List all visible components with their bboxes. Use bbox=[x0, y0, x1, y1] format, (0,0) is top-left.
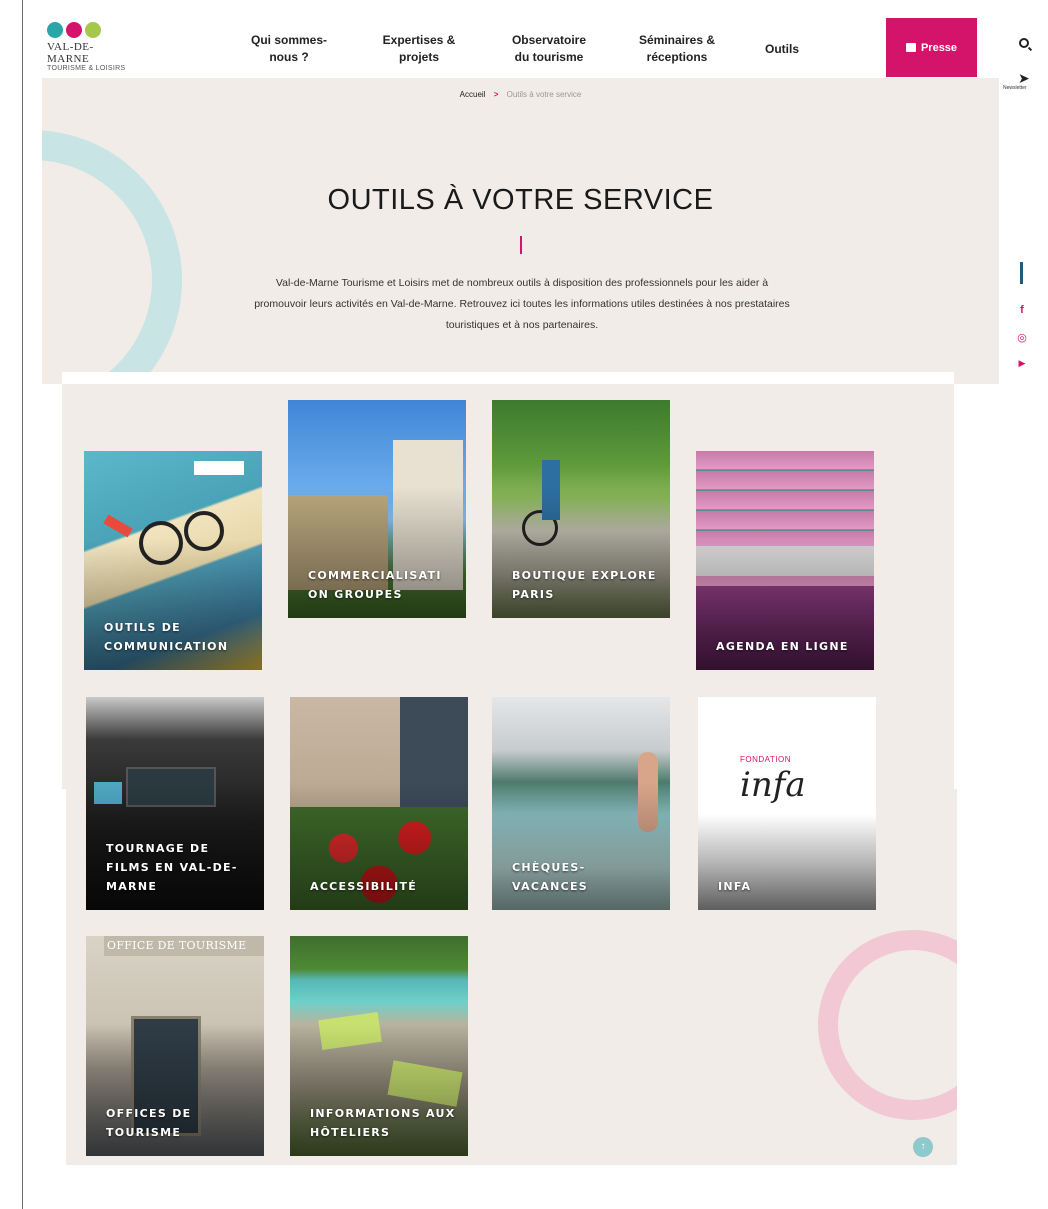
nav-item-expertises[interactable]: Expertises & projets bbox=[376, 32, 462, 66]
page-title: OUTILS À VOTRE SERVICE bbox=[327, 184, 714, 216]
scroll-to-top-button[interactable]: ↑ bbox=[913, 1137, 933, 1157]
tile-commercialisation-groupes[interactable]: Commercialisati on groupes bbox=[288, 400, 466, 618]
nav-label-line1: Qui sommes- bbox=[250, 33, 328, 47]
instagram-icon[interactable]: ◎ bbox=[1012, 331, 1032, 344]
page-margin-right bbox=[957, 880, 1048, 1170]
youtube-icon[interactable]: ▶ bbox=[1012, 358, 1032, 369]
tile-accessibilite[interactable]: Accessibilité bbox=[290, 697, 468, 910]
tile-boutique-explore-paris[interactable]: Boutique Explore Paris bbox=[492, 400, 670, 618]
tile-label: Commercialisati on groupes bbox=[308, 569, 442, 601]
tile-label: Agenda en ligne bbox=[716, 640, 849, 653]
logo-circle-pink bbox=[66, 22, 82, 38]
logo-sub: TOURISME & LOISIRS bbox=[47, 65, 126, 72]
infa-logo-small: FONDATION bbox=[740, 755, 792, 764]
site-logo[interactable]: VAL-DE-MARNE TOURISME & LOISIRS bbox=[47, 22, 127, 72]
breadcrumb-home-link[interactable]: Accueil bbox=[460, 90, 486, 99]
presse-button[interactable]: Presse bbox=[886, 18, 977, 77]
nav-label-line2: du tourisme bbox=[514, 50, 584, 64]
nav-item-qui-sommes-nous[interactable]: Qui sommes- nous ? bbox=[246, 32, 332, 66]
search-icon[interactable] bbox=[1019, 38, 1029, 48]
tile-label: Outils de communication bbox=[104, 621, 229, 653]
tile-offices-tourisme[interactable]: OFFICE DE TOURISME Offices de tourisme bbox=[86, 936, 264, 1156]
tile-agenda-en-ligne[interactable]: Agenda en ligne bbox=[696, 451, 874, 670]
nav-label-line1: Observatoire bbox=[511, 33, 587, 47]
presse-label: Presse bbox=[920, 41, 958, 54]
nav-label-line1: Expertises & bbox=[382, 33, 456, 47]
infa-logo: infa bbox=[740, 765, 806, 805]
tile-label: Tournage de films en Val-de-Marne bbox=[106, 842, 238, 893]
tile-label: INFA bbox=[718, 880, 752, 893]
frame-border bbox=[22, 0, 23, 1209]
nav-label-line1: Séminaires & bbox=[638, 33, 716, 47]
tram-illustration bbox=[194, 461, 244, 475]
nav-item-seminaires[interactable]: Séminaires & réceptions bbox=[632, 32, 722, 66]
logo-circle-teal bbox=[47, 22, 63, 38]
hero-section: Accueil > Outils à votre service OUTILS … bbox=[42, 78, 999, 384]
tile-infa[interactable]: FONDATION infa INFA bbox=[698, 697, 876, 910]
nav-item-observatoire[interactable]: Observatoire du tourisme bbox=[504, 32, 594, 66]
nav-label-line1: Outils bbox=[764, 42, 799, 56]
breadcrumb-separator: > bbox=[493, 90, 499, 99]
tile-label: Chèques-vacances bbox=[512, 861, 588, 893]
nav-label-line2: réceptions bbox=[646, 50, 708, 64]
tile-cheques-vacances[interactable]: Chèques-vacances bbox=[492, 697, 670, 910]
breadcrumb: Accueil > Outils à votre service bbox=[42, 90, 999, 99]
social-divider bbox=[1020, 262, 1023, 284]
nav-label-line2: nous ? bbox=[269, 50, 309, 64]
tile-label: Offices de tourisme bbox=[106, 1107, 192, 1139]
tile-informations-hoteliers[interactable]: Informations aux hôteliers bbox=[290, 936, 468, 1156]
tile-label: Informations aux hôteliers bbox=[310, 1107, 456, 1139]
hero-bottom-strip bbox=[62, 372, 954, 384]
facebook-icon[interactable]: f bbox=[1012, 304, 1032, 316]
kayak-illustration bbox=[103, 514, 133, 538]
nav-item-outils[interactable]: Outils bbox=[752, 41, 812, 58]
nav-label-line2: projets bbox=[398, 50, 439, 64]
page-margin-bottom bbox=[62, 1165, 1012, 1209]
tile-outils-communication[interactable]: Outils de communication bbox=[84, 451, 262, 670]
logo-name: VAL-DE-MARNE bbox=[47, 41, 94, 65]
tile-label: Accessibilité bbox=[310, 880, 418, 893]
tile-tournage-films[interactable]: Tournage de films en Val-de-Marne bbox=[86, 697, 264, 910]
logo-circles bbox=[47, 22, 127, 38]
logo-circle-green bbox=[85, 22, 101, 38]
office-sign: OFFICE DE TOURISME bbox=[104, 936, 264, 956]
decorative-circle-teal bbox=[42, 130, 182, 384]
newspaper-icon bbox=[905, 43, 916, 52]
page-intro: Val-de-Marne Tourisme et Loisirs met de … bbox=[254, 277, 790, 331]
tile-label: Boutique Explore Paris bbox=[512, 569, 657, 601]
title-accent-bar bbox=[520, 236, 522, 254]
breadcrumb-current: Outils à votre service bbox=[506, 90, 582, 99]
newsletter-label[interactable]: Newsletter bbox=[1003, 85, 1027, 91]
